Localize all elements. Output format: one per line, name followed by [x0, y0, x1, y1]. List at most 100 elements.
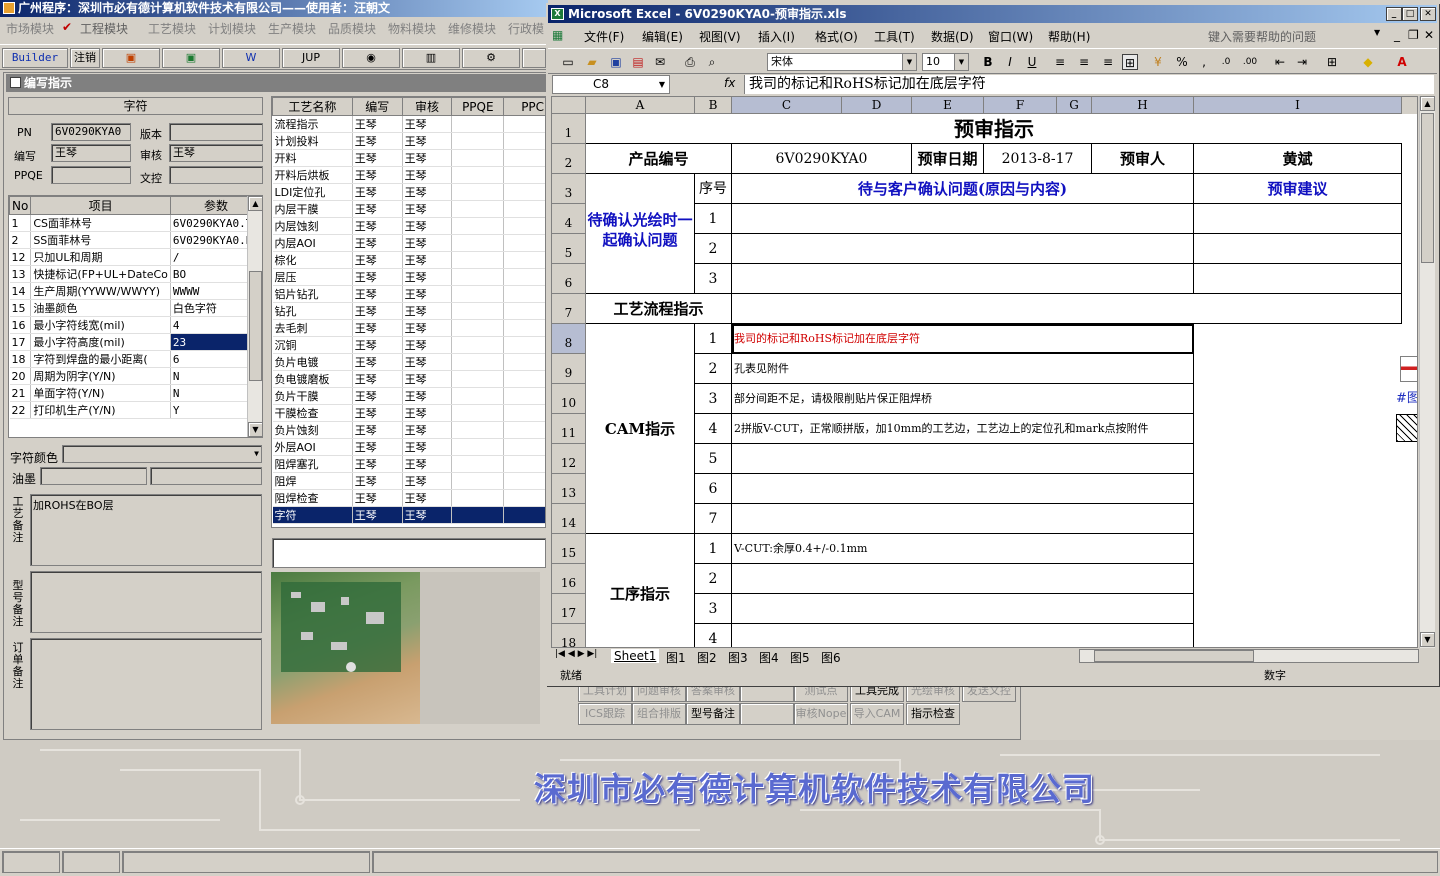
process-ppqe[interactable] — [451, 285, 505, 303]
confirm-num[interactable]: 2 — [695, 234, 732, 264]
borders-icon[interactable]: ⊞ — [1324, 54, 1340, 70]
param-grid-scrollbar[interactable]: ▲ ▼ — [247, 196, 262, 437]
cam-num[interactable]: 1 — [695, 324, 732, 354]
process-row[interactable]: 去毛刺 王琴 王琴 — [272, 319, 545, 337]
process-name[interactable]: 阻焊塞孔 — [272, 455, 353, 473]
bold-icon[interactable]: B — [980, 54, 996, 70]
row-header[interactable]: 10 — [552, 384, 586, 414]
builder-button[interactable]: Builder — [2, 48, 68, 68]
proc-num[interactable]: 2 — [695, 564, 732, 594]
save-icon[interactable]: ▣ — [608, 54, 624, 70]
row-header[interactable]: 11 — [552, 414, 586, 444]
process-author[interactable]: 王琴 — [352, 149, 403, 167]
workbook-icon[interactable]: ▦ — [552, 28, 563, 42]
cam-text[interactable]: 孔表见附件 — [732, 354, 1194, 384]
row-header[interactable]: 4 — [552, 204, 586, 234]
merge-center-icon[interactable]: ⊞ — [1122, 54, 1138, 70]
process-name[interactable]: 棕化 — [272, 251, 353, 269]
process-name[interactable]: 流程指示 — [272, 115, 353, 133]
fill-color-icon[interactable]: ◆ — [1360, 54, 1376, 70]
cam-text[interactable]: 我司的标记和RoHS标记加在底层字符 — [732, 324, 1194, 354]
col-author[interactable]: 编写 — [351, 97, 403, 116]
process-reviewer[interactable]: 王琴 — [402, 506, 453, 524]
process-row[interactable]: 内层干膜 王琴 王琴 — [272, 200, 545, 218]
menu-format[interactable]: 格式(O) — [815, 28, 858, 45]
process-row[interactable]: 棕化 王琴 王琴 — [272, 251, 545, 269]
process-ppqe[interactable] — [451, 251, 505, 269]
process-ppc[interactable] — [503, 166, 545, 184]
word-icon[interactable]: W — [222, 48, 280, 68]
author-field[interactable]: 王琴 — [51, 144, 131, 162]
param-item[interactable]: 周期为阴字(Y/N) — [30, 367, 171, 385]
action-button-row2[interactable]: 审核Nope — [794, 703, 848, 725]
row-header[interactable]: 12 — [552, 444, 586, 474]
menu-engineering[interactable]: 工程模块 — [80, 20, 128, 37]
scroll-down-icon[interactable]: ▼ — [248, 422, 262, 437]
process-grid[interactable]: 工艺名称 编写 审核 PPQE PPC 流程指示 王琴 王琴 计划投料 王琴 王琴 开料 王琴… — [271, 96, 546, 528]
process-ppc[interactable] — [503, 115, 545, 133]
sheet-hscroll[interactable] — [1079, 649, 1419, 663]
param-no[interactable]: 18 — [9, 350, 32, 368]
process-ppc[interactable] — [503, 472, 545, 490]
process-name[interactable]: 内层蚀刻 — [272, 217, 353, 235]
process-row[interactable]: 负电镀磨板 王琴 王琴 — [272, 370, 545, 388]
fx-icon[interactable]: fx — [724, 76, 735, 90]
process-reviewer[interactable]: 王琴 — [402, 251, 453, 269]
param-no[interactable]: 20 — [9, 367, 32, 385]
ppt-icon[interactable]: ▣ — [102, 48, 160, 68]
process-name[interactable]: 阻焊检查 — [272, 489, 353, 507]
scroll-thumb[interactable] — [249, 271, 262, 381]
process-row[interactable]: 干膜检查 王琴 王琴 — [272, 404, 545, 422]
process-row[interactable]: 阻焊塞孔 王琴 王琴 — [272, 455, 545, 473]
param-grid[interactable]: No 项目 参数 1 CS面菲林号 6V0290KYA0.TO 2 SS面菲林号 6V02… — [8, 195, 263, 438]
reviewer-field[interactable]: 王琴 — [169, 144, 263, 162]
eye-icon[interactable]: ◉ — [342, 48, 400, 68]
param-row[interactable]: 17 最小字符高度(mil) 23 — [9, 333, 262, 351]
column-header-B[interactable]: B — [695, 97, 732, 114]
char-color-select[interactable]: ▼ — [62, 445, 262, 463]
model-memo[interactable] — [30, 571, 262, 633]
process-author[interactable]: 王琴 — [352, 370, 403, 388]
process-ppc[interactable] — [503, 285, 545, 303]
col-no[interactable]: No — [9, 196, 32, 215]
process-ppc[interactable] — [503, 251, 545, 269]
param-row[interactable]: 22 打印机生产(Y/N) Y — [9, 401, 262, 419]
process-name[interactable]: 负电镀磨板 — [272, 370, 353, 388]
param-no[interactable]: 16 — [9, 316, 32, 334]
sheet-tab[interactable]: 图4 — [756, 649, 782, 666]
process-ppqe[interactable] — [451, 115, 505, 133]
doccontrol-field[interactable] — [169, 166, 263, 184]
process-author[interactable]: 王琴 — [352, 183, 403, 201]
column-header-G[interactable]: G — [1057, 97, 1092, 114]
cam-text[interactable]: 部分间距不足，请极限削贴片保正阻焊桥 — [732, 384, 1194, 414]
hscroll-thumb[interactable] — [1094, 650, 1254, 662]
process-row[interactable]: 字符 王琴 王琴 — [272, 506, 545, 524]
proc-num[interactable]: 4 — [695, 624, 732, 647]
column-header-D[interactable]: D — [842, 97, 912, 114]
cam-num[interactable]: 7 — [695, 504, 732, 534]
column-header-H[interactable]: H — [1092, 97, 1194, 114]
align-center-icon[interactable]: ≡ — [1076, 54, 1092, 70]
cam-text[interactable] — [732, 504, 1194, 534]
process-row[interactable]: 钻孔 王琴 王琴 — [272, 302, 545, 320]
param-row[interactable]: 20 周期为阴字(Y/N) N — [9, 367, 262, 385]
process-ppqe[interactable] — [451, 183, 505, 201]
process-ppqe[interactable] — [451, 336, 505, 354]
process-reviewer[interactable]: 王琴 — [402, 234, 453, 252]
row-header[interactable]: 15 — [552, 534, 586, 564]
process-author[interactable]: 王琴 — [352, 438, 403, 456]
font-color-icon[interactable]: A — [1394, 54, 1410, 70]
column-header-C[interactable]: C — [732, 97, 842, 114]
process-row[interactable]: 阻焊 王琴 王琴 — [272, 472, 545, 490]
process-ppc[interactable] — [503, 268, 545, 286]
process-row[interactable]: 层压 王琴 王琴 — [272, 268, 545, 286]
param-no[interactable]: 13 — [9, 265, 32, 283]
process-name[interactable]: 去毛刺 — [272, 319, 353, 337]
process-author[interactable]: 王琴 — [352, 387, 403, 405]
row-header[interactable]: 8 — [552, 324, 586, 354]
confirm-num[interactable]: 1 — [695, 204, 732, 234]
tab-nav-icons[interactable]: |◀ ◀ ▶ ▶| — [555, 649, 597, 659]
column-header-A[interactable]: A — [586, 97, 695, 114]
align-left-icon[interactable]: ≡ — [1052, 54, 1068, 70]
ppqe-field[interactable] — [51, 166, 131, 184]
